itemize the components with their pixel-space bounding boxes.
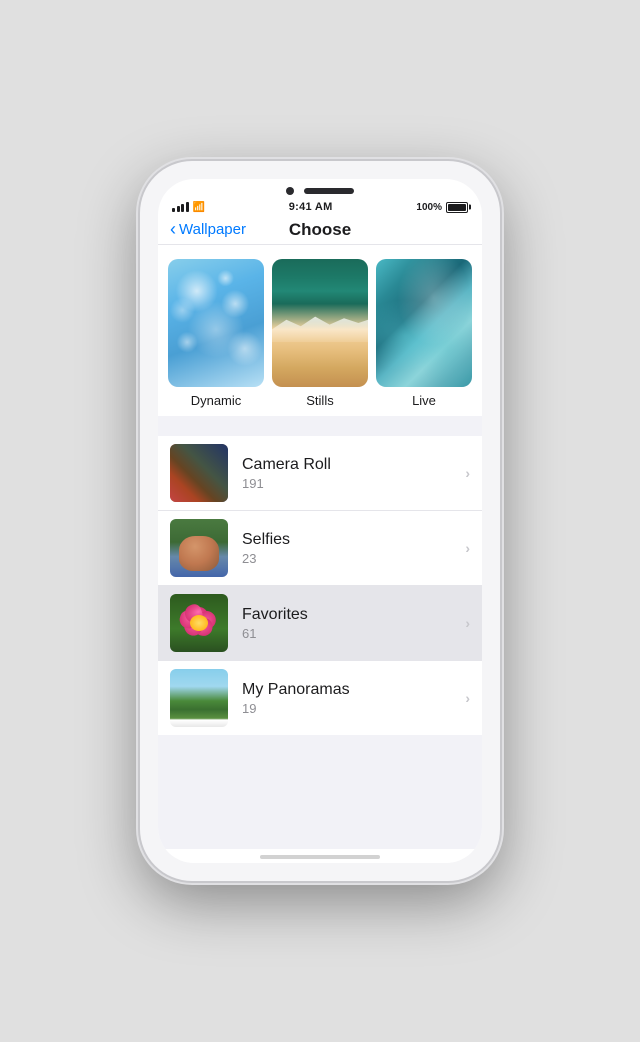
stills-thumb [272, 259, 368, 387]
stills-label: Stills [306, 393, 333, 408]
phone-top-bar [158, 179, 482, 199]
signal-bars [172, 202, 189, 212]
favorites-thumb [170, 594, 228, 652]
front-camera [286, 187, 294, 195]
selfies-thumb [170, 519, 228, 577]
signal-bar-4 [186, 202, 189, 212]
back-chevron-icon: ‹ [170, 220, 176, 238]
camera-roll-thumb [170, 444, 228, 502]
page-title: Choose [289, 220, 351, 240]
battery-fill [448, 204, 466, 211]
wallpaper-type-stills[interactable]: Stills [272, 259, 368, 408]
wallpaper-type-section: Dynamic Stills Live [158, 245, 482, 416]
battery-percent: 100% [416, 202, 442, 213]
panoramas-title: My Panoramas [242, 681, 459, 699]
list-item[interactable]: Selfies 23 › [158, 511, 482, 586]
speaker-grill [304, 188, 354, 194]
flower-petals [176, 603, 222, 644]
dynamic-bg [168, 259, 264, 387]
live-thumb [376, 259, 472, 387]
favorites-title: Favorites [242, 606, 459, 624]
home-indicator [260, 855, 380, 859]
camera-roll-count: 191 [242, 476, 459, 491]
wallpaper-grid: Dynamic Stills Live [168, 259, 472, 408]
favorites-chevron-icon: › [465, 615, 470, 631]
panoramas-count: 19 [242, 701, 459, 716]
dynamic-label: Dynamic [191, 393, 242, 408]
camera-roll-title: Camera Roll [242, 456, 459, 474]
panoramas-info: My Panoramas 19 [242, 681, 459, 716]
wallpaper-type-dynamic[interactable]: Dynamic [168, 259, 264, 408]
list-item[interactable]: My Panoramas 19 › [158, 661, 482, 735]
camera-roll-info: Camera Roll 191 [242, 456, 459, 491]
signal-bar-1 [172, 208, 175, 212]
selfies-info: Selfies 23 [242, 531, 459, 566]
selfies-face [179, 536, 220, 571]
status-right: 100% [416, 202, 468, 213]
camera-roll-thumbnail [170, 444, 228, 502]
status-left: 📶 [172, 202, 205, 213]
status-bar: 📶 9:41 AM 100% [158, 199, 482, 215]
back-label: Wallpaper [179, 221, 246, 238]
live-bg [376, 259, 472, 387]
favorites-count: 61 [242, 626, 459, 641]
panoramas-thumb [170, 669, 228, 727]
stills-bg [272, 259, 368, 387]
selfies-thumbnail [170, 519, 228, 577]
phone-screen: 📶 9:41 AM 100% ‹ Wallpaper Choose [158, 179, 482, 863]
section-separator [158, 416, 482, 436]
status-time: 9:41 AM [289, 201, 333, 213]
panoramas-thumbnail [170, 669, 228, 727]
back-button[interactable]: ‹ Wallpaper [170, 221, 246, 238]
panoramas-chevron-icon: › [465, 690, 470, 706]
wallpaper-type-live[interactable]: Live [376, 259, 472, 408]
battery-icon [446, 202, 468, 213]
signal-bar-2 [177, 206, 180, 212]
favorites-info: Favorites 61 [242, 606, 459, 641]
phone-device: 📶 9:41 AM 100% ‹ Wallpaper Choose [140, 161, 500, 881]
content-area: Dynamic Stills Live [158, 245, 482, 849]
selfies-count: 23 [242, 551, 459, 566]
list-item[interactable]: Favorites 61 › [158, 586, 482, 661]
album-list: Camera Roll 191 › Selfies 23 [158, 436, 482, 735]
camera-roll-chevron-icon: › [465, 465, 470, 481]
dynamic-thumb [168, 259, 264, 387]
favorites-thumbnail [170, 594, 228, 652]
selfies-title: Selfies [242, 531, 459, 549]
list-item[interactable]: Camera Roll 191 › [158, 436, 482, 511]
signal-bar-3 [181, 204, 184, 212]
nav-bar: ‹ Wallpaper Choose [158, 215, 482, 245]
selfies-chevron-icon: › [465, 540, 470, 556]
wifi-icon: 📶 [193, 202, 205, 213]
battery-body [446, 202, 468, 213]
home-indicator-wrap [158, 849, 482, 863]
live-label: Live [412, 393, 436, 408]
